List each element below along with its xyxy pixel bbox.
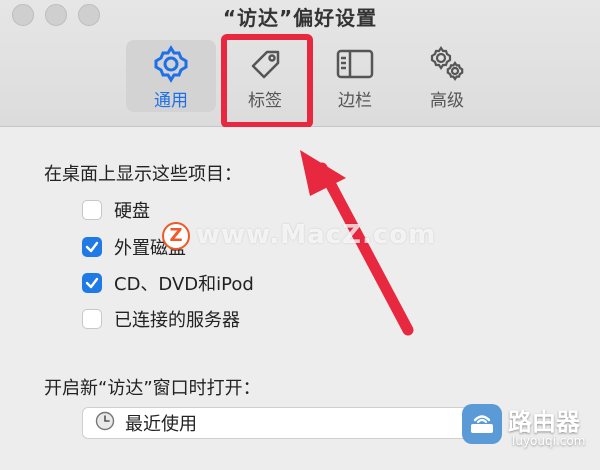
checkbox-label: 已连接的服务器	[114, 310, 240, 331]
watermark-text: www.MacZ.com	[196, 220, 437, 250]
sidebar-icon	[310, 44, 400, 84]
window-title: “访达”偏好设置	[222, 6, 378, 30]
desktop-items-heading: 在桌面上显示这些项目：	[44, 164, 242, 185]
checkbox-label: CD、DVD和iPod	[114, 274, 254, 295]
watermark-logo: Z	[162, 222, 190, 250]
gear-icon	[126, 44, 216, 84]
brand-watermark: 路由器 luyouqi.com	[462, 398, 596, 458]
tab-general[interactable]: 通用	[126, 40, 216, 112]
tab-label: 通用	[154, 91, 188, 111]
tab-label: 边栏	[338, 91, 372, 111]
new-window-heading: 开启新“访达”窗口时打开：	[44, 378, 261, 399]
connected-servers-checkbox[interactable]	[82, 309, 102, 329]
cd-dvd-ipod-checkbox[interactable]	[82, 273, 102, 293]
checkmark-icon	[85, 277, 99, 289]
gears-icon	[402, 44, 492, 84]
selected-value: 最近使用	[125, 414, 197, 435]
new-window-target-select[interactable]: 最近使用	[82, 407, 502, 439]
clock-icon	[95, 411, 115, 435]
brand-name: 路由器	[508, 408, 580, 436]
checkbox-row-cd-dvd-ipod[interactable]: CD、DVD和iPod	[82, 271, 254, 295]
checkbox-label: 硬盘	[114, 201, 150, 222]
brand-url: luyouqi.com	[512, 434, 586, 448]
tab-sidebar[interactable]: 边栏	[310, 40, 400, 112]
hard-disks-checkbox[interactable]	[82, 200, 102, 220]
checkbox-row-connected-servers[interactable]: 已连接的服务器	[82, 307, 240, 331]
router-logo-icon	[462, 404, 502, 444]
tab-label: 高级	[430, 91, 464, 111]
checkbox-row-hard-disks[interactable]: 硬盘	[82, 198, 150, 222]
annotation-highlight-box	[221, 34, 313, 128]
tab-advanced[interactable]: 高级	[402, 40, 492, 112]
external-disks-checkbox[interactable]	[82, 237, 102, 257]
checkmark-icon	[85, 241, 99, 253]
